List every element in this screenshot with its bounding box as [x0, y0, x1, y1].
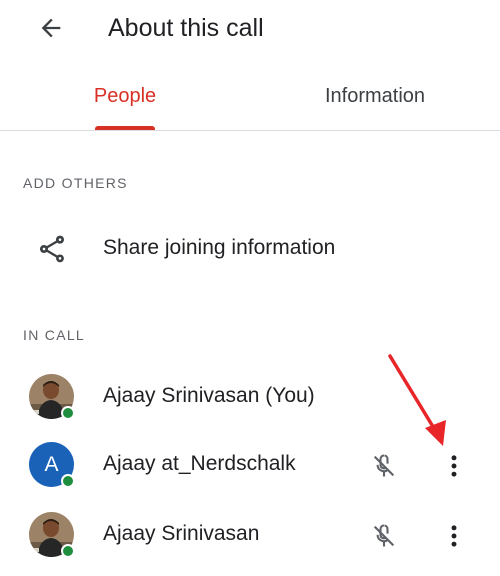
- participant-name: Ajaay Srinivasan (You): [103, 384, 315, 407]
- tabs-divider: [0, 130, 500, 131]
- tab-label: Information: [324, 85, 426, 107]
- mic-off-icon: [370, 524, 398, 547]
- more-options-button[interactable]: [436, 518, 472, 554]
- mute-participant-button[interactable]: [366, 518, 402, 554]
- online-status-dot: [61, 406, 75, 420]
- arrow-back-icon: [41, 18, 61, 38]
- section-label-add-others: ADD OTHERS: [23, 175, 128, 191]
- tab-people[interactable]: People: [60, 80, 190, 132]
- share-joining-info-row[interactable]: Share joining information: [0, 222, 500, 276]
- annotation-arrow: [388, 354, 446, 446]
- back-button[interactable]: [28, 8, 74, 48]
- page-title: About this call: [108, 14, 264, 42]
- online-status-dot: [61, 474, 75, 488]
- tab-information[interactable]: Information: [300, 80, 450, 132]
- share-label: Share joining information: [103, 236, 336, 259]
- share-icon: [36, 233, 68, 265]
- more-vert-icon: [451, 525, 457, 547]
- participant-name: Ajaay Srinivasan: [103, 522, 260, 545]
- mic-off-icon: [370, 454, 398, 477]
- tab-label: People: [93, 85, 157, 107]
- online-status-dot: [61, 544, 75, 558]
- participant-row[interactable]: Ajaay Srinivasan: [0, 508, 500, 564]
- more-vert-icon: [451, 455, 457, 477]
- section-label-in-call: IN CALL: [23, 327, 86, 343]
- participant-name: Ajaay at_Nerdschalk: [103, 452, 296, 475]
